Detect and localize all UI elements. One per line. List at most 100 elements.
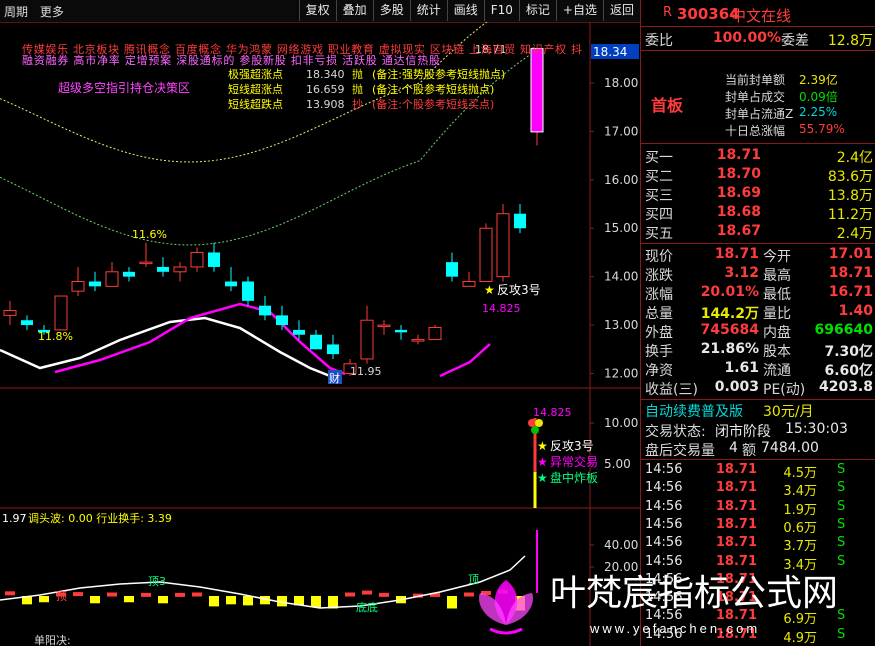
quote-label: 涨跌 xyxy=(645,268,673,284)
candle-down xyxy=(446,262,458,277)
fengdan-value: 0.09倍 xyxy=(799,90,838,104)
pct-annotation: 11.8% xyxy=(38,330,73,343)
candle-up xyxy=(360,319,374,360)
quote-label: 最高 xyxy=(763,268,791,284)
kline-chart[interactable]: 18.00 17.00 16.00 15.00 14.00 13.00 12.00 18.34… xyxy=(0,22,640,646)
volume-bar xyxy=(243,596,253,606)
trade-side: S xyxy=(837,535,846,551)
volume-bar xyxy=(192,592,202,597)
volume-bar xyxy=(447,596,457,609)
fengdan-label: 封单占流通Z xyxy=(725,107,794,121)
watermark-title: 叶梵宸指标公式网 xyxy=(550,572,838,613)
candle-down xyxy=(276,315,288,326)
bid-price[interactable]: 18.69 xyxy=(701,185,761,201)
signal-star: ★ xyxy=(537,439,548,453)
weibi-label: 委比 xyxy=(645,33,673,49)
low-price-annotation: 11.95 xyxy=(350,365,382,378)
trade-volume: 4.5万 xyxy=(783,466,817,481)
quote-label: 股本 xyxy=(763,344,791,360)
volume-bar xyxy=(124,596,134,603)
toolbar-button[interactable]: 多股 xyxy=(372,0,410,21)
legend-name: 极强超涨点 xyxy=(228,67,283,81)
trade-price: 18.71 xyxy=(715,462,757,477)
toolbar-button[interactable]: 叠加 xyxy=(335,0,373,21)
quote-value: 3.12 xyxy=(724,265,759,281)
ad-price[interactable]: 30元/月 xyxy=(763,401,814,421)
toolbar-button[interactable]: F10 xyxy=(483,0,519,21)
legend-note: (备注:个股参考短线抛点) xyxy=(372,82,494,96)
quote-value: 6.60亿 xyxy=(824,363,873,379)
signal-label: 异常交易 xyxy=(550,454,598,469)
candle-up xyxy=(139,261,153,265)
volume-bar xyxy=(226,596,236,605)
volume-bar xyxy=(39,596,49,603)
volume-bar xyxy=(90,596,100,604)
toolbar-button[interactable]: 标记 xyxy=(518,0,556,21)
signal-dot xyxy=(531,426,539,434)
stock-name: 中文在线 xyxy=(731,7,792,25)
quote-value: 16.71 xyxy=(828,284,873,300)
toolbar-button[interactable]: 画线 xyxy=(446,0,484,21)
bid-label: 买二 xyxy=(645,169,673,185)
signal-dot xyxy=(535,419,543,427)
toolbar-left: 周期 更多 xyxy=(4,3,72,20)
y-tick-label: 15.00 xyxy=(604,221,638,235)
chart-toolbar: 周期 更多 复权 叠加 多股 统计 画线 F10 标记 +自选 返回 xyxy=(0,0,640,23)
trade-time: 14:56 xyxy=(645,480,683,496)
y-tick-label: 14.00 xyxy=(604,270,638,284)
divider xyxy=(641,143,875,144)
y-tick-label: 5.00 xyxy=(604,457,631,471)
trade-side: S xyxy=(837,498,846,514)
legend-value: 13.908 xyxy=(306,98,345,111)
candle-down xyxy=(157,266,169,272)
signal-dot xyxy=(528,419,536,427)
watermark-url: www.yefanchen.com xyxy=(589,621,760,636)
trade-time: 14:56 xyxy=(645,516,683,532)
volume-bar xyxy=(5,591,15,596)
bid-price[interactable]: 18.68 xyxy=(701,204,761,220)
trade-time: 14:56 xyxy=(645,498,683,514)
quote-value: 144.2万 xyxy=(700,306,759,322)
bid-volume: 13.8万 xyxy=(827,188,873,204)
after-hours-count: 4 xyxy=(729,440,738,456)
r-badge: R xyxy=(663,5,673,20)
toolbar-buttons: 复权 叠加 多股 统计 画线 F10 标记 +自选 返回 xyxy=(298,0,640,22)
candle-down xyxy=(395,329,407,333)
candle-down xyxy=(327,344,339,355)
candle-up xyxy=(173,266,187,273)
trade-time: 14:56 xyxy=(645,462,683,477)
lotus-logo xyxy=(479,580,533,635)
toolbar-button[interactable]: 统计 xyxy=(409,0,447,21)
candle-down xyxy=(514,213,526,229)
divider xyxy=(641,26,875,27)
indicator-title: 超级多空指引持仓决策区 xyxy=(58,80,190,95)
bid-price[interactable]: 18.70 xyxy=(701,166,761,182)
candle-up xyxy=(105,271,119,287)
toolbar-button[interactable]: +自选 xyxy=(555,0,603,21)
fengdan-value: 2.25% xyxy=(799,105,838,119)
toolbar-button[interactable]: 复权 xyxy=(298,0,336,21)
ad-text[interactable]: 自动续费普及版 xyxy=(645,401,743,421)
signal-fangong: 反攻3号 xyxy=(497,283,541,297)
cai-badge-label: 财 xyxy=(329,371,340,385)
candle-up xyxy=(377,324,391,328)
quote-panel: R 300364 中文在线 委比 100.00% 委差 12.8万 首板 当前封… xyxy=(640,0,875,646)
period-button[interactable]: 周期 xyxy=(4,5,28,19)
y-tick-label: 12.00 xyxy=(604,366,638,380)
candle-down xyxy=(225,281,237,287)
quote-value: 4203.8 xyxy=(818,379,873,395)
trade-volume: 1.9万 xyxy=(783,502,817,518)
toolbar-button[interactable]: 返回 xyxy=(602,0,640,21)
bid-price[interactable]: 18.67 xyxy=(701,223,761,239)
more-button[interactable]: 更多 xyxy=(40,5,64,19)
concept-tags-2: 融资融券 高市净率 定增预案 深股通标的 参股新股 扣非亏损 活跃股 通达信热股 xyxy=(22,53,440,67)
trade-time: 15:30:03 xyxy=(785,421,848,437)
volume-bar xyxy=(141,592,151,597)
quote-value: 745684 xyxy=(700,322,759,338)
wave-label: 底底 xyxy=(356,600,378,614)
volume-bar xyxy=(107,592,117,597)
current-price-label: 18.34 xyxy=(593,45,627,59)
fengdan-value: 2.39亿 xyxy=(799,73,838,87)
bid-price[interactable]: 18.71 xyxy=(701,147,761,163)
candle-up xyxy=(411,339,425,342)
